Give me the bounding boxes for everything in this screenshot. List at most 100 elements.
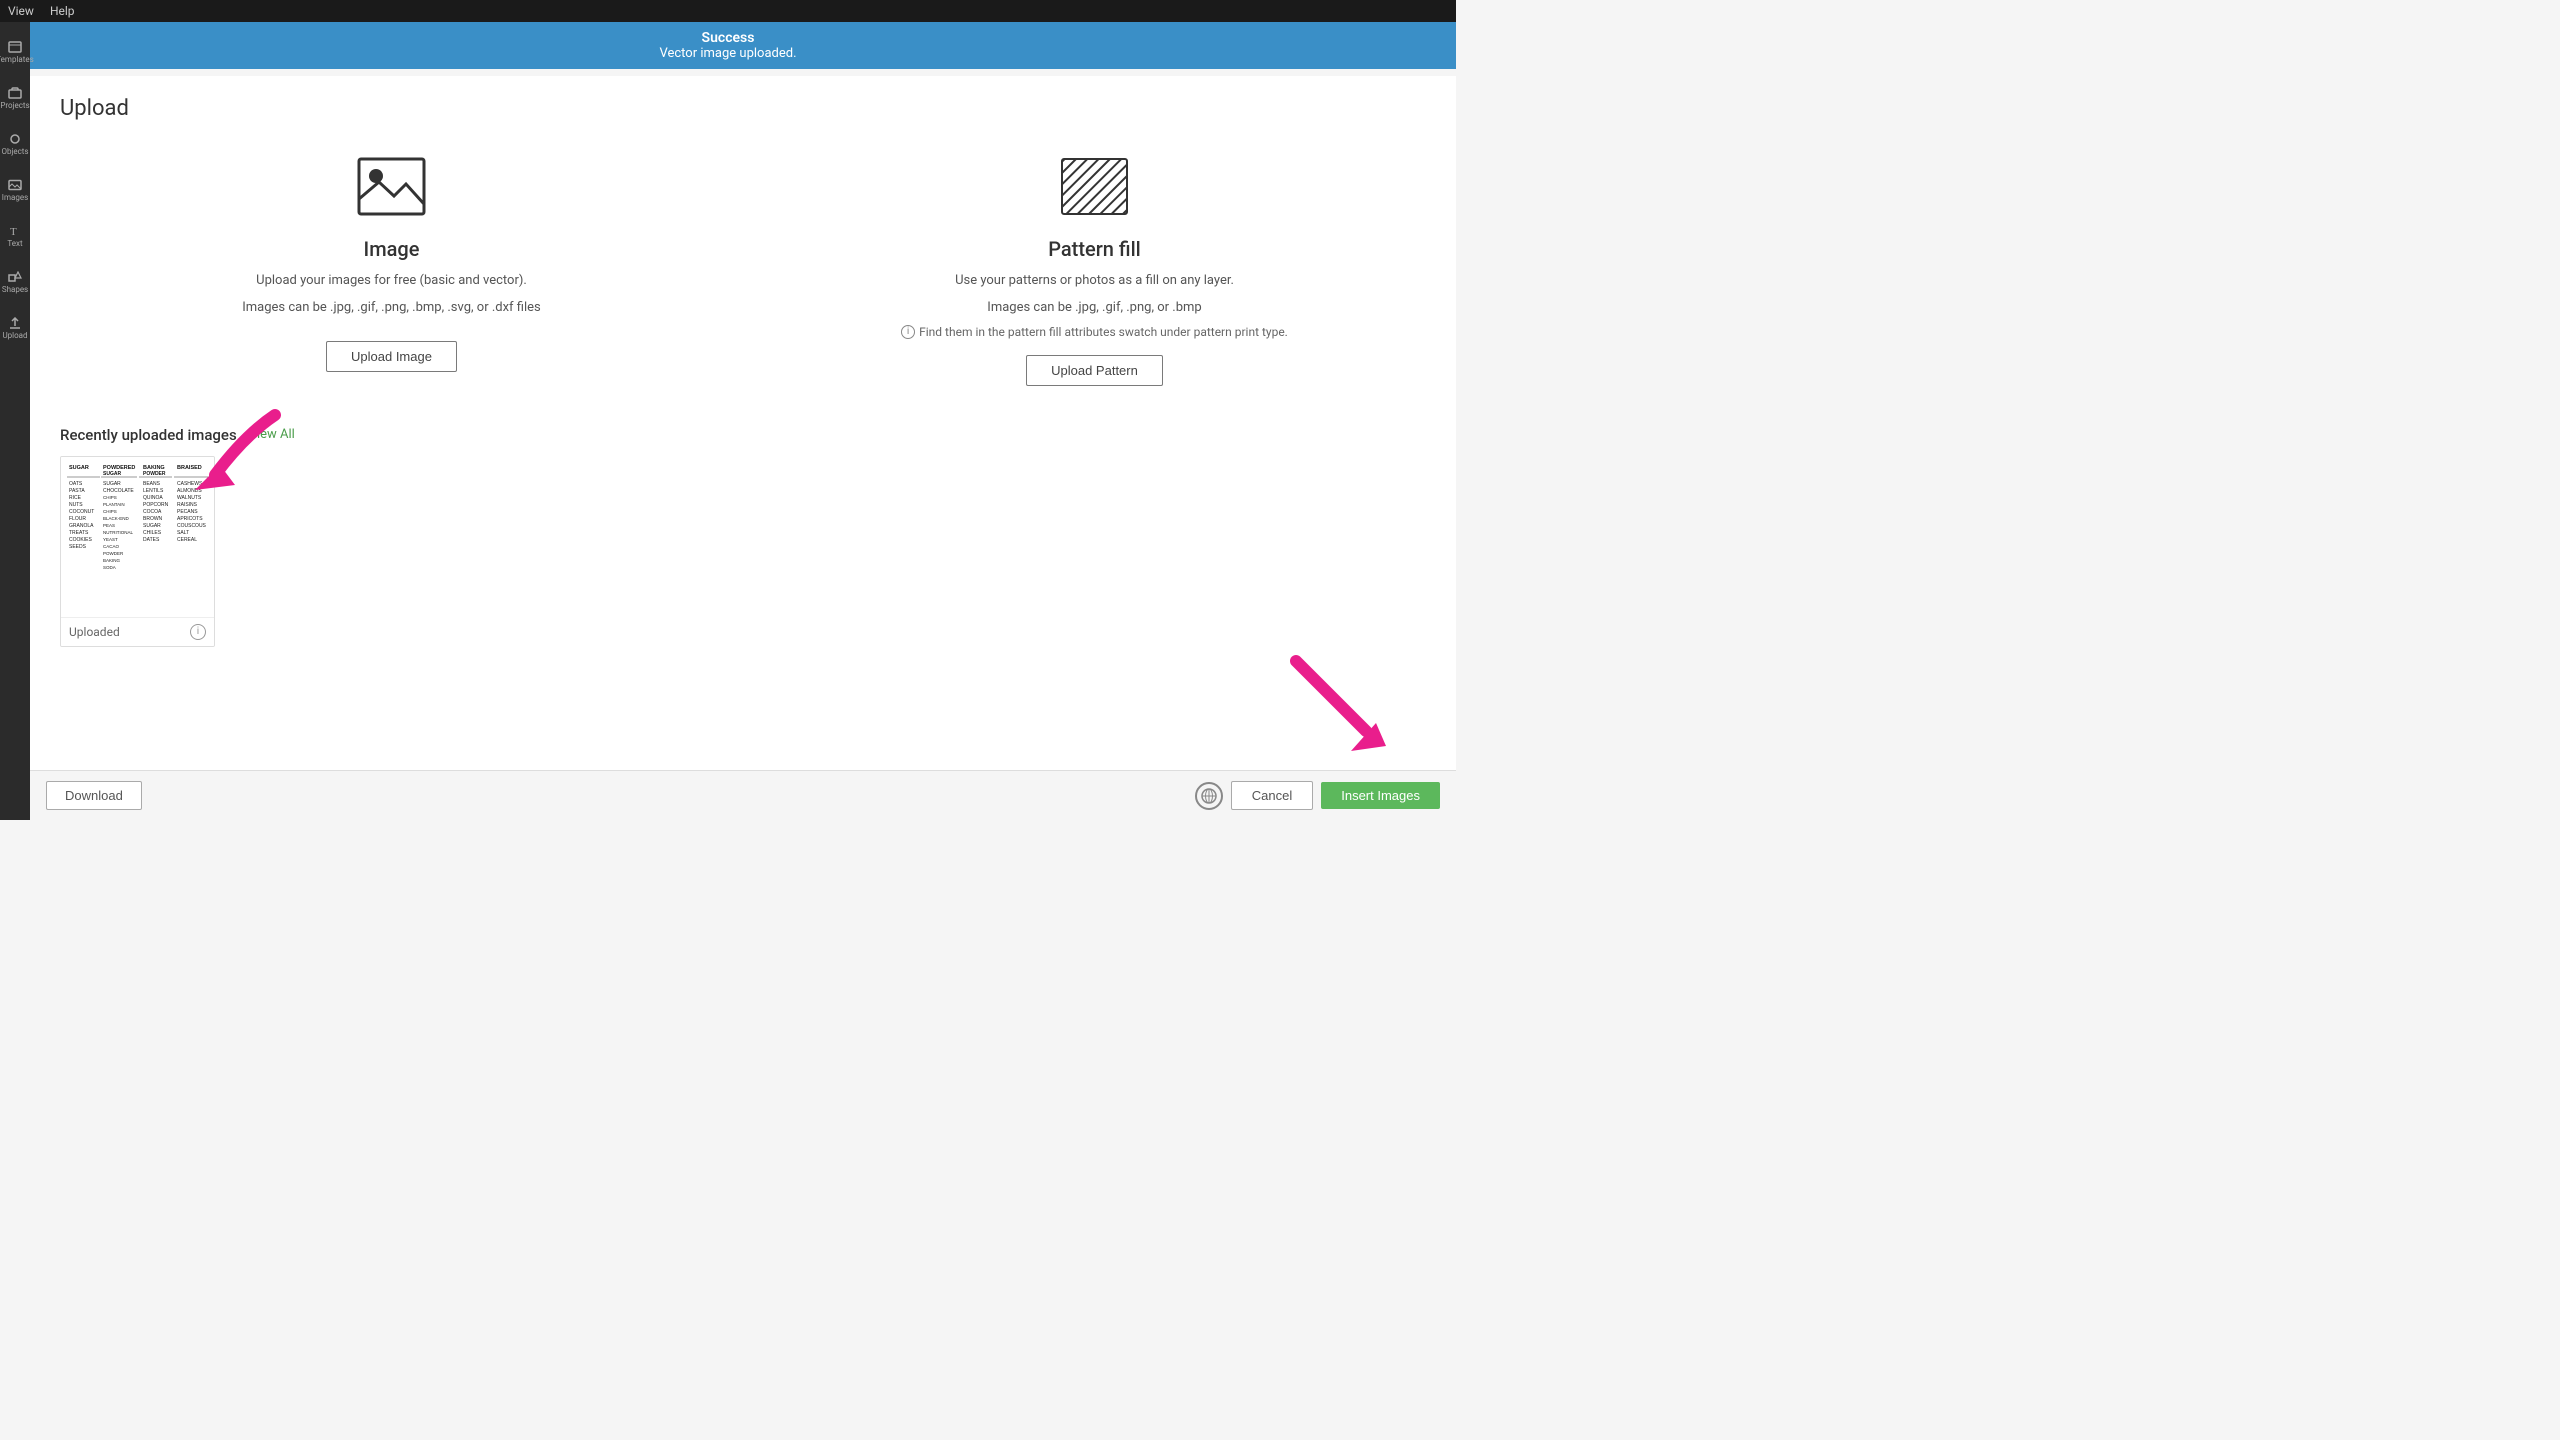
- images-icon: [7, 178, 23, 192]
- svg-text:COUSCOUS: COUSCOUS: [177, 523, 207, 529]
- svg-text:CASHEWS: CASHEWS: [177, 481, 203, 487]
- images-label: Images: [2, 194, 28, 202]
- svg-text:COCOA: COCOA: [143, 509, 162, 515]
- image-card-desc1: Upload your images for free (basic and v…: [256, 271, 527, 292]
- objects-label: Objects: [1, 148, 28, 156]
- shapes-label: Shapes: [2, 286, 28, 294]
- view-all-link[interactable]: View All: [249, 427, 295, 442]
- thumbnail-info-button[interactable]: i: [190, 624, 206, 640]
- sidebar-item-images[interactable]: Images: [1, 168, 29, 212]
- thumbnail-footer: Uploaded i: [61, 617, 214, 646]
- bottom-right-actions: Cancel Insert Images: [1195, 781, 1440, 810]
- pattern-info-text: Find them in the pattern fill attributes…: [919, 325, 1288, 339]
- svg-text:CHIPS: CHIPS: [103, 495, 117, 500]
- svg-text:CHIPS: CHIPS: [103, 509, 117, 514]
- text-label: Text: [7, 240, 22, 248]
- svg-text:PLANTAIN: PLANTAIN: [103, 502, 125, 507]
- recently-title: Recently uploaded images: [60, 426, 237, 444]
- svg-text:RAISINS: RAISINS: [177, 502, 198, 508]
- svg-text:BAKING: BAKING: [103, 558, 121, 563]
- cancel-button[interactable]: Cancel: [1231, 781, 1313, 810]
- sidebar-item-text[interactable]: T Text: [1, 214, 29, 258]
- svg-text:DATES: DATES: [143, 537, 160, 543]
- image-card-title: Image: [364, 237, 420, 261]
- shapes-icon: [7, 270, 23, 284]
- success-title: Success: [0, 30, 1456, 46]
- svg-text:COOKIES: COOKIES: [69, 537, 92, 543]
- svg-text:SALT: SALT: [177, 530, 189, 536]
- upload-icon: [7, 316, 23, 330]
- info-icon: i: [901, 325, 915, 339]
- recently-header: Recently uploaded images View All: [60, 426, 1426, 444]
- projects-icon: [7, 86, 23, 100]
- svg-text:GRANOLA: GRANOLA: [69, 523, 94, 529]
- image-card: Image Upload your images for free (basic…: [60, 151, 723, 386]
- menu-view[interactable]: View: [8, 4, 34, 18]
- sidebar-item-upload[interactable]: Upload: [1, 306, 29, 350]
- svg-text:APRICOTS: APRICOTS: [177, 516, 203, 522]
- sidebar-item-objects[interactable]: Objects: [1, 122, 29, 166]
- svg-text:COCONUT: COCONUT: [69, 509, 94, 515]
- upload-label: Upload: [2, 332, 27, 340]
- upload-cards: Image Upload your images for free (basic…: [60, 151, 1426, 386]
- pattern-card: Pattern fill Use your patterns or photos…: [763, 151, 1426, 386]
- success-subtitle: Vector image uploaded.: [0, 46, 1456, 61]
- svg-text:FLOUR: FLOUR: [69, 516, 86, 522]
- svg-text:NUTRITIONAL: NUTRITIONAL: [103, 530, 133, 535]
- text-icon: T: [7, 224, 23, 238]
- svg-text:BEANS: BEANS: [143, 481, 161, 487]
- pattern-card-icon: [1055, 151, 1135, 221]
- insert-images-button[interactable]: Insert Images: [1321, 782, 1440, 809]
- svg-text:PASTA: PASTA: [69, 488, 85, 494]
- svg-text:ALMONDS: ALMONDS: [177, 488, 202, 494]
- recently-section: Recently uploaded images View All SUGAR …: [60, 426, 1426, 647]
- page-title: Upload: [60, 96, 1426, 121]
- svg-text:CHILES: CHILES: [143, 530, 162, 536]
- globe-icon[interactable]: [1195, 782, 1223, 810]
- pattern-card-desc2: Images can be .jpg, .gif, .png, or .bmp: [987, 298, 1201, 319]
- thumbnail-card[interactable]: SUGAR POWDERED SUGAR BAKING POWDER BRAIS…: [60, 456, 215, 647]
- svg-text:TREATS: TREATS: [69, 530, 89, 536]
- main-content: Upload Image Upload your images for free…: [30, 76, 1456, 770]
- bottom-bar: Download Cancel Insert Images: [30, 770, 1456, 820]
- menu-help[interactable]: Help: [50, 4, 75, 18]
- objects-icon: [7, 132, 23, 146]
- pattern-info: i Find them in the pattern fill attribut…: [901, 325, 1288, 339]
- svg-text:PECANS: PECANS: [177, 509, 198, 515]
- sidebar: Templates Projects Objects Images T Text…: [0, 22, 30, 820]
- templates-icon: [7, 40, 23, 54]
- sidebar-item-shapes[interactable]: Shapes: [1, 260, 29, 304]
- thumbnail-label: Uploaded: [69, 625, 120, 639]
- svg-text:CEREAL: CEREAL: [177, 537, 197, 543]
- svg-text:BRAISED: BRAISED: [177, 465, 202, 471]
- menu-bar: View Help: [0, 0, 1456, 22]
- svg-text:SUGAR: SUGAR: [143, 523, 161, 529]
- svg-text:SUGAR: SUGAR: [103, 481, 121, 487]
- svg-text:CHOCOLATE: CHOCOLATE: [103, 488, 134, 494]
- svg-text:POWDER: POWDER: [103, 551, 124, 556]
- svg-text:WALNUTS: WALNUTS: [177, 495, 202, 501]
- svg-text:T: T: [10, 226, 17, 237]
- templates-label: Templates: [0, 56, 34, 64]
- svg-text:NUTS: NUTS: [69, 502, 83, 508]
- svg-text:YEAST: YEAST: [103, 537, 118, 542]
- svg-text:LENTILS: LENTILS: [143, 488, 164, 494]
- projects-label: Projects: [0, 102, 29, 110]
- svg-text:QUINOA: QUINOA: [143, 495, 163, 501]
- image-card-desc2: Images can be .jpg, .gif, .png, .bmp, .s…: [242, 298, 541, 319]
- svg-text:PEAS: PEAS: [103, 523, 115, 528]
- success-banner: Success Vector image uploaded.: [0, 22, 1456, 69]
- sidebar-item-projects[interactable]: Projects: [1, 76, 29, 120]
- svg-text:SUGAR: SUGAR: [103, 471, 121, 477]
- pattern-card-desc1: Use your patterns or photos as a fill on…: [955, 271, 1234, 292]
- upload-pattern-button[interactable]: Upload Pattern: [1026, 355, 1163, 386]
- svg-text:SUGAR: SUGAR: [69, 465, 89, 471]
- download-button[interactable]: Download: [46, 781, 142, 810]
- svg-text:RICE: RICE: [69, 495, 82, 501]
- pattern-card-title: Pattern fill: [1048, 237, 1141, 261]
- svg-text:OATS: OATS: [69, 481, 83, 487]
- sidebar-item-templates[interactable]: Templates: [1, 30, 29, 74]
- svg-text:SODA: SODA: [103, 565, 116, 570]
- upload-image-button[interactable]: Upload Image: [326, 341, 457, 372]
- svg-text:BLACK-END: BLACK-END: [103, 516, 130, 521]
